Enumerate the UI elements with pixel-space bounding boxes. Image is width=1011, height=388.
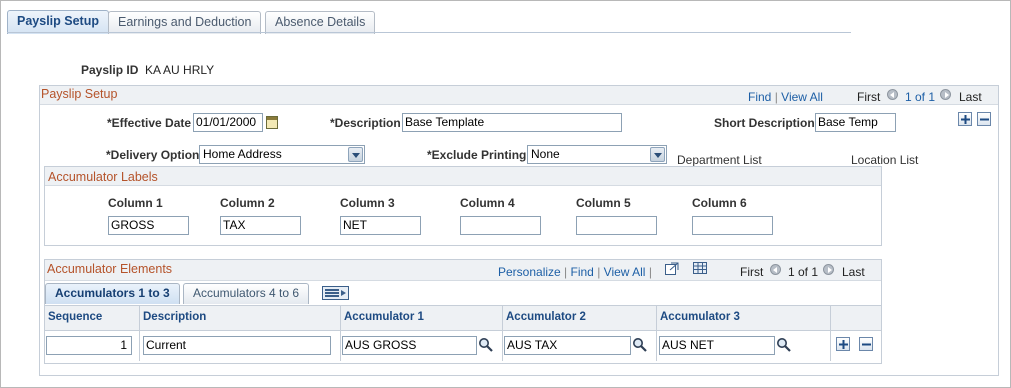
tab-accumulators-1-to-3[interactable]: Accumulators 1 to 3 <box>45 283 180 304</box>
chevron-down-icon <box>650 147 665 162</box>
payslip-id-value: KA AU HRLY <box>145 63 215 77</box>
new-window-icon[interactable] <box>665 262 679 275</box>
calendar-icon[interactable] <box>266 116 278 129</box>
tab-earnings-and-deduction[interactable]: Earnings and Deduction <box>108 11 262 34</box>
column-4-input[interactable] <box>460 216 541 235</box>
accumulator-1-input[interactable]: AUS GROSS <box>342 336 477 355</box>
next-icon[interactable] <box>823 264 834 275</box>
description-label: *Description <box>330 116 401 130</box>
effective-date-input[interactable]: 01/01/2000 <box>193 113 263 132</box>
lookup-search-icon[interactable] <box>776 337 792 353</box>
setup-nav: Find | View All <box>748 90 823 104</box>
elements-nav: Personalize | Find | View All | <box>498 265 652 279</box>
delivery-option-label: *Delivery Option <box>106 148 200 162</box>
column-3-label: Column 3 <box>340 196 395 210</box>
description-header: Description <box>140 306 341 330</box>
add-row-button[interactable] <box>836 337 850 351</box>
delivery-option-select[interactable]: Home Address <box>199 145 365 164</box>
column-5-input[interactable] <box>576 216 657 235</box>
column-2-label: Column 2 <box>220 196 275 210</box>
delivery-option-value: Home Address <box>203 147 282 161</box>
effective-date-label: *Effective Date <box>107 116 192 130</box>
column-1-label: Column 1 <box>108 196 163 210</box>
location-list-label: Location List <box>851 153 919 167</box>
accumulator-1-header: Accumulator 1 <box>341 306 503 330</box>
sequence-header: Sequence <box>45 306 140 330</box>
accumulator-labels-header <box>45 167 881 186</box>
plus-icon <box>961 115 970 124</box>
personalize-link[interactable]: Personalize <box>498 265 561 279</box>
previous-icon[interactable] <box>770 264 781 275</box>
delete-row-button[interactable] <box>977 112 991 126</box>
tab-accumulators-4-to-6[interactable]: Accumulators 4 to 6 <box>183 283 310 304</box>
show-all-columns-icon[interactable] <box>322 286 349 300</box>
payslip-setup-header <box>40 86 998 105</box>
row-description-input[interactable]: Current <box>143 336 331 355</box>
accumulator-3-header: Accumulator 3 <box>657 306 831 330</box>
row-count: 1 of 1 <box>905 90 936 104</box>
column-3-input[interactable]: NET <box>340 216 421 235</box>
short-description-label: Short Description <box>714 116 815 130</box>
accumulator-2-input[interactable]: AUS TAX <box>504 336 631 355</box>
actions-header <box>831 306 881 330</box>
lookup-search-icon[interactable] <box>478 337 494 353</box>
column-4-label: Column 4 <box>460 196 515 210</box>
column-5-label: Column 5 <box>576 196 631 210</box>
tab-payslip-setup[interactable]: Payslip Setup <box>7 10 109 34</box>
next-icon[interactable] <box>940 89 951 100</box>
column-6-label: Column 6 <box>692 196 747 210</box>
download-grid-icon[interactable] <box>693 262 707 274</box>
department-list-label: Department List <box>677 153 762 167</box>
lookup-search-icon[interactable] <box>632 337 648 353</box>
column-6-input[interactable] <box>692 216 773 235</box>
payslip-id-label: Payslip ID <box>81 63 139 77</box>
tab-absence-details[interactable]: Absence Details <box>265 11 376 34</box>
plus-icon <box>839 340 848 349</box>
previous-icon[interactable] <box>887 89 898 100</box>
minus-icon <box>980 118 989 121</box>
chevron-down-icon <box>348 147 363 162</box>
view-all-link[interactable]: View All <box>781 90 823 104</box>
exclude-printing-label: *Exclude Printing <box>427 148 527 162</box>
description-input[interactable]: Base Template <box>402 113 622 132</box>
exclude-printing-select[interactable]: None <box>527 145 667 164</box>
first-label: First <box>857 90 881 104</box>
grid-header: Sequence Description Accumulator 1 Accum… <box>45 305 881 331</box>
minus-icon <box>862 343 871 346</box>
tab-underline <box>7 32 851 33</box>
find-link[interactable]: Find <box>748 90 771 104</box>
column-2-input[interactable]: TAX <box>220 216 301 235</box>
view-all-link[interactable]: View All <box>604 265 646 279</box>
add-row-button[interactable] <box>958 112 972 126</box>
elements-first-label: First <box>740 265 764 279</box>
sequence-input[interactable]: 1 <box>46 336 132 355</box>
accumulator-2-header: Accumulator 2 <box>503 306 657 330</box>
exclude-printing-value: None <box>531 147 560 161</box>
find-link[interactable]: Find <box>571 265 594 279</box>
last-label: Last <box>959 90 982 104</box>
elements-last-label: Last <box>842 265 865 279</box>
accumulator-3-input[interactable]: AUS NET <box>659 336 775 355</box>
column-1-input[interactable]: GROSS <box>108 216 189 235</box>
accumulator-labels-title: Accumulator Labels <box>48 170 158 184</box>
payslip-setup-title: Payslip Setup <box>41 87 118 101</box>
elements-row-count: 1 of 1 <box>788 265 819 279</box>
delete-row-button[interactable] <box>859 337 873 351</box>
accumulator-elements-title: Accumulator Elements <box>47 262 173 276</box>
short-description-input[interactable]: Base Temp <box>815 113 896 132</box>
